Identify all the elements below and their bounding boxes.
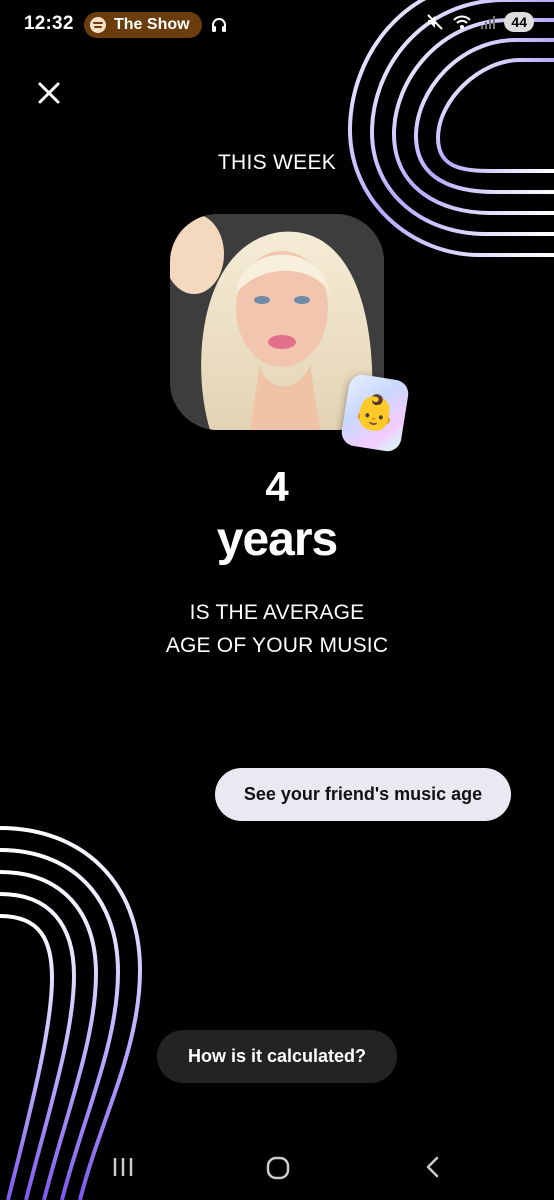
- system-nav-bar: [0, 1140, 554, 1200]
- mute-icon: [427, 14, 444, 30]
- close-icon[interactable]: [34, 78, 64, 108]
- caption-line-1: IS THE AVERAGE: [189, 601, 365, 624]
- status-icons: 44: [426, 12, 534, 32]
- how-calculated-button[interactable]: How is it calculated?: [157, 1030, 397, 1083]
- signal-icon: [481, 16, 496, 29]
- baby-emoji-badge: 👶: [339, 372, 411, 454]
- now-playing-pill[interactable]: The Show: [84, 12, 202, 38]
- spotify-icon: [90, 17, 106, 33]
- back-icon[interactable]: [420, 1154, 446, 1180]
- age-unit: years: [216, 513, 338, 566]
- home-icon[interactable]: [264, 1154, 292, 1182]
- wifi-icon: [453, 15, 472, 29]
- age-number: 4: [265, 463, 289, 510]
- friend-music-age-button[interactable]: See your friend's music age: [215, 768, 511, 821]
- now-playing-title: The Show: [114, 16, 190, 33]
- period-label: THIS WEEK: [217, 151, 337, 174]
- status-bar: 12:32 The Show 44: [0, 0, 554, 52]
- status-time: 12:32: [24, 13, 74, 34]
- recents-icon[interactable]: [110, 1154, 136, 1180]
- caption-line-2: AGE OF YOUR MUSIC: [165, 634, 389, 657]
- battery-icon: 44: [504, 12, 534, 32]
- headphones-icon: [212, 18, 226, 32]
